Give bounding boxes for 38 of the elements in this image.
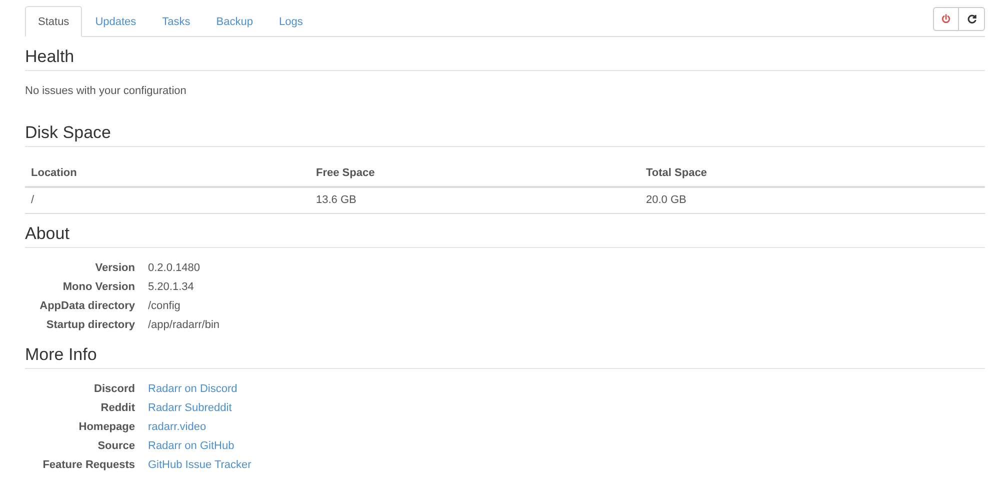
refresh-button[interactable]: [959, 7, 985, 31]
info-value: 5.20.1.34: [148, 281, 194, 293]
info-value: /app/radarr/bin: [148, 319, 220, 331]
info-label: Source: [98, 440, 135, 452]
info-link[interactable]: Radarr Subreddit: [148, 402, 232, 414]
info-label: Homepage: [78, 421, 135, 433]
info-link[interactable]: Radarr on Discord: [148, 383, 238, 395]
info-label: Mono Version: [62, 281, 135, 293]
tab[interactable]: Backup: [203, 6, 266, 37]
section-heading: More Info: [25, 345, 985, 369]
info-label: Feature Requests: [42, 459, 135, 471]
table-cell: /: [25, 187, 310, 214]
column-header: Total Space: [640, 159, 985, 187]
table-cell: 20.0 GB: [640, 187, 985, 214]
info-link[interactable]: Radarr on GitHub: [148, 440, 234, 452]
info-label: Version: [95, 262, 135, 274]
section-heading: Disk Space: [25, 123, 985, 147]
info-link[interactable]: radarr.video: [148, 421, 206, 433]
tab[interactable]: Updates: [82, 6, 150, 37]
info-label: Startup directory: [46, 319, 135, 331]
power-icon: [941, 14, 951, 24]
info-label: Reddit: [100, 402, 135, 414]
health-message: No issues with your configuration: [25, 85, 186, 97]
info-label: AppData directory: [40, 300, 135, 312]
table-cell: 13.6 GB: [310, 187, 640, 214]
power-button[interactable]: [933, 7, 959, 31]
column-header: Free Space: [310, 159, 640, 187]
info-value: 0.2.0.1480: [148, 262, 200, 274]
tab[interactable]: Logs: [266, 6, 316, 37]
section-heading: Health: [25, 47, 985, 71]
tab[interactable]: Status: [25, 6, 82, 37]
info-link[interactable]: GitHub Issue Tracker: [148, 459, 252, 471]
tab[interactable]: Tasks: [149, 6, 204, 37]
info-label: Discord: [94, 383, 135, 395]
info-value: /config: [148, 300, 180, 312]
section-heading: About: [25, 224, 985, 248]
refresh-icon: [966, 14, 976, 24]
column-header: Location: [25, 159, 310, 187]
